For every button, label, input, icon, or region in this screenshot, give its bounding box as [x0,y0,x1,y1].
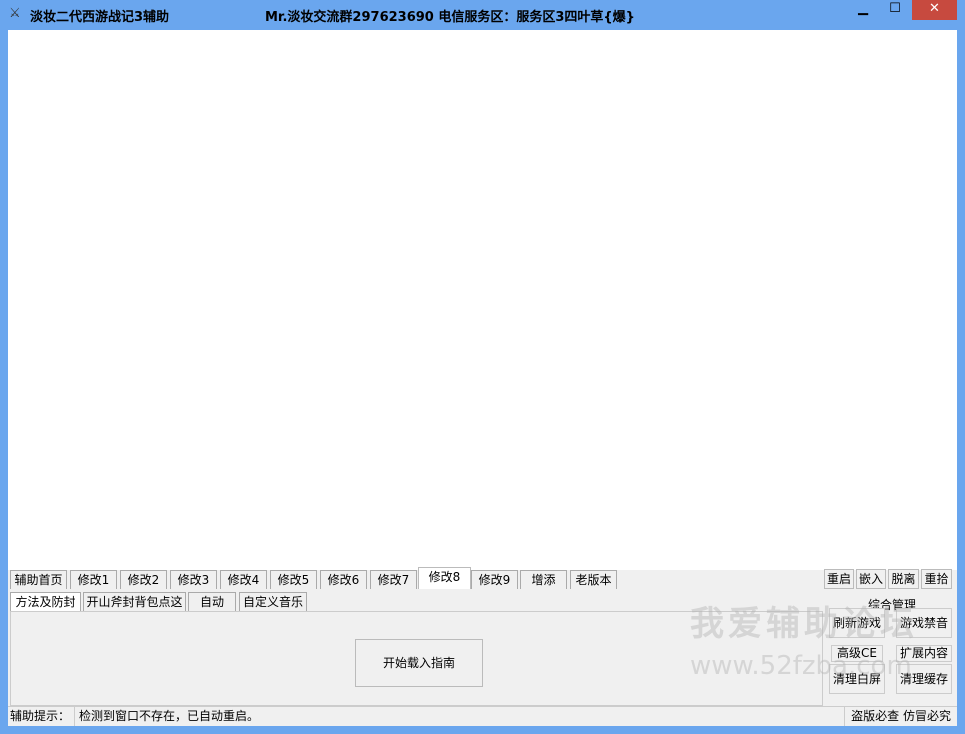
tab-mod9[interactable]: 修改9 [471,570,518,589]
subtab-axe-bag[interactable]: 开山斧封背包点这 [83,592,186,612]
subtab-methods[interactable]: 方法及防封 [10,592,81,612]
game-embed-area [8,30,957,570]
close-button[interactable]: ✕ [912,0,957,20]
tab-old-version[interactable]: 老版本 [570,570,617,589]
subtab-custom-music[interactable]: 自定义音乐 [239,592,307,612]
start-guide-button[interactable]: 开始载入指南 [355,639,483,687]
tab-mod1[interactable]: 修改1 [70,570,117,589]
minimize-button[interactable]: ▁ [848,0,878,20]
restart-button[interactable]: 重启 [824,569,854,589]
window-title: 淡妆二代西游战记3辅助 [30,10,170,25]
reshoot-button[interactable]: 重拾 [921,569,952,589]
embed-button[interactable]: 嵌入 [856,569,886,589]
tab-mod2[interactable]: 修改2 [120,570,167,589]
advanced-ce-button[interactable]: 高级CE [831,645,883,662]
clear-cache-button[interactable]: 清理缓存 [896,664,952,694]
tab-mod4[interactable]: 修改4 [220,570,267,589]
tab-mod8[interactable]: 修改8 [418,567,471,589]
tab-mod7[interactable]: 修改7 [370,570,417,589]
status-message: 检测到窗口不存在，已自动重启。 [74,707,259,726]
status-right: 盗版必查 仿冒必究 [844,707,951,726]
mute-game-button[interactable]: 游戏禁音 [896,608,952,638]
tab-add[interactable]: 增添 [520,570,567,589]
tab-mod5[interactable]: 修改5 [270,570,317,589]
status-bar: 辅助提示： 检测到窗口不存在，已自动重启。 盗版必查 仿冒必究 [8,706,957,726]
tab-mod3[interactable]: 修改3 [170,570,217,589]
window-info: Mr.淡妆交流群297623690 电信服务区：服务区3四叶草{爆} [265,10,635,25]
title-bar: ⚔ 淡妆二代西游战记3辅助 Mr.淡妆交流群297623690 电信服务区：服务… [0,0,965,30]
status-label: 辅助提示： [10,709,71,723]
tab-panel: 开始载入指南 [10,611,823,706]
maximize-button[interactable]: ☐ [880,0,910,20]
clear-white-screen-button[interactable]: 清理白屏 [829,664,885,694]
subtab-auto[interactable]: 自动 [188,592,236,612]
detach-button[interactable]: 脱离 [888,569,919,589]
client-area: 辅助首页 修改1 修改2 修改3 修改4 修改5 修改6 修改7 修改8 修改9… [8,30,957,726]
refresh-game-button[interactable]: 刷新游戏 [829,608,885,638]
tab-home[interactable]: 辅助首页 [10,570,67,589]
app-icon: ⚔ [9,6,21,21]
app-window: ⚔ 淡妆二代西游战记3辅助 Mr.淡妆交流群297623690 电信服务区：服务… [0,0,965,734]
tab-mod6[interactable]: 修改6 [320,570,367,589]
expand-content-button[interactable]: 扩展内容 [896,645,952,662]
